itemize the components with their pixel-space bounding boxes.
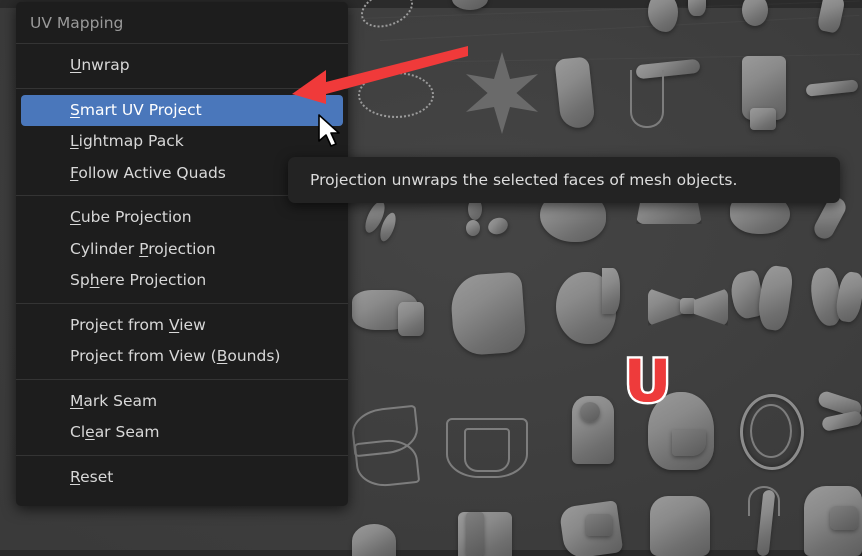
mesh-object xyxy=(820,409,862,433)
mesh-object xyxy=(466,512,484,556)
accel-key: C xyxy=(70,208,81,226)
mesh-object xyxy=(830,506,858,530)
menu-item-reset[interactable]: Reset xyxy=(16,462,348,494)
mesh-object xyxy=(452,0,488,10)
mesh-object xyxy=(630,70,664,128)
mesh-object xyxy=(485,215,511,237)
menu-item-project-from-view-bounds[interactable]: Project from View (Bounds) xyxy=(16,341,348,373)
mesh-object xyxy=(755,264,795,332)
mesh-object xyxy=(580,402,600,422)
accel-key: U xyxy=(70,56,82,74)
mesh-object xyxy=(648,0,678,32)
mesh-object-cage xyxy=(464,428,510,472)
screenshot-root: UV Mapping Unwrap Smart UV Project Light… xyxy=(0,0,862,556)
menu-group: Mark Seam Clear Seam xyxy=(16,380,348,455)
tooltip: Projection unwraps the selected faces of… xyxy=(288,157,840,203)
menu-item-sphere-projection[interactable]: Sphere Projection xyxy=(16,265,348,297)
menu-item-cylinder-projection[interactable]: Cylinder Projection xyxy=(16,234,348,266)
mouse-pointer xyxy=(318,114,340,147)
menu-item-mark-seam[interactable]: Mark Seam xyxy=(16,386,348,418)
menu-item-smart-uv-project[interactable]: Smart UV Project xyxy=(21,94,343,126)
mesh-object xyxy=(602,268,620,314)
accel-key: S xyxy=(70,100,80,119)
viewport-streak xyxy=(400,54,860,63)
accel-key: F xyxy=(70,163,79,182)
menu-item-cube-projection[interactable]: Cube Projection xyxy=(16,202,348,234)
mesh-object xyxy=(449,271,527,357)
mesh-object-star xyxy=(466,52,538,134)
mesh-object xyxy=(833,270,862,324)
mesh-object xyxy=(586,514,612,536)
mesh-object-bowtie xyxy=(648,288,682,326)
accel-key: e xyxy=(85,423,95,441)
mesh-object xyxy=(805,79,859,97)
menu-group: Cube Projection Cylinder Projection Sphe… xyxy=(16,196,348,303)
mesh-object xyxy=(748,486,780,516)
accel-key: R xyxy=(70,467,81,486)
mesh-object xyxy=(352,524,396,556)
menu-item-lightmap-pack[interactable]: Lightmap Pack xyxy=(16,126,348,158)
mesh-object xyxy=(650,496,710,556)
accel-key: P xyxy=(139,239,149,258)
mesh-object xyxy=(816,0,846,34)
menu-group: Reset xyxy=(16,456,348,500)
tooltip-text: Projection unwraps the selected faces of… xyxy=(310,171,738,189)
keypress-letter-fill: U xyxy=(624,347,672,415)
accel-key: h xyxy=(89,271,100,289)
menu-title: UV Mapping xyxy=(30,14,124,32)
menu-item-clear-seam[interactable]: Clear Seam xyxy=(16,417,348,449)
accel-key: V xyxy=(168,315,180,334)
menu-item-unwrap[interactable]: Unwrap xyxy=(16,50,348,82)
viewport-streak xyxy=(380,15,859,41)
menu-group: Unwrap xyxy=(16,44,348,88)
mesh-object xyxy=(680,298,696,314)
mesh-object xyxy=(466,220,480,236)
mesh-object xyxy=(554,56,596,130)
mesh-object xyxy=(742,0,768,26)
mesh-object-bowtie xyxy=(694,288,728,326)
viewport-bottom-edge xyxy=(0,550,862,556)
keypress-indicator-u: U U xyxy=(621,347,673,415)
mesh-object xyxy=(688,0,706,16)
menu-item-project-from-view[interactable]: Project from View xyxy=(16,310,348,342)
mesh-object xyxy=(358,72,434,118)
accel-key: L xyxy=(70,132,79,150)
uv-mapping-menu[interactable]: UV Mapping Unwrap Smart UV Project Light… xyxy=(16,2,348,506)
mesh-object xyxy=(353,436,421,490)
mesh-object-coil xyxy=(750,404,792,458)
mesh-object xyxy=(398,302,424,336)
accel-key: B xyxy=(216,347,228,365)
accel-key: M xyxy=(70,391,84,410)
menu-group: Project from View Project from View (Bou… xyxy=(16,304,348,379)
mesh-object xyxy=(672,430,706,456)
mesh-object xyxy=(750,108,776,130)
